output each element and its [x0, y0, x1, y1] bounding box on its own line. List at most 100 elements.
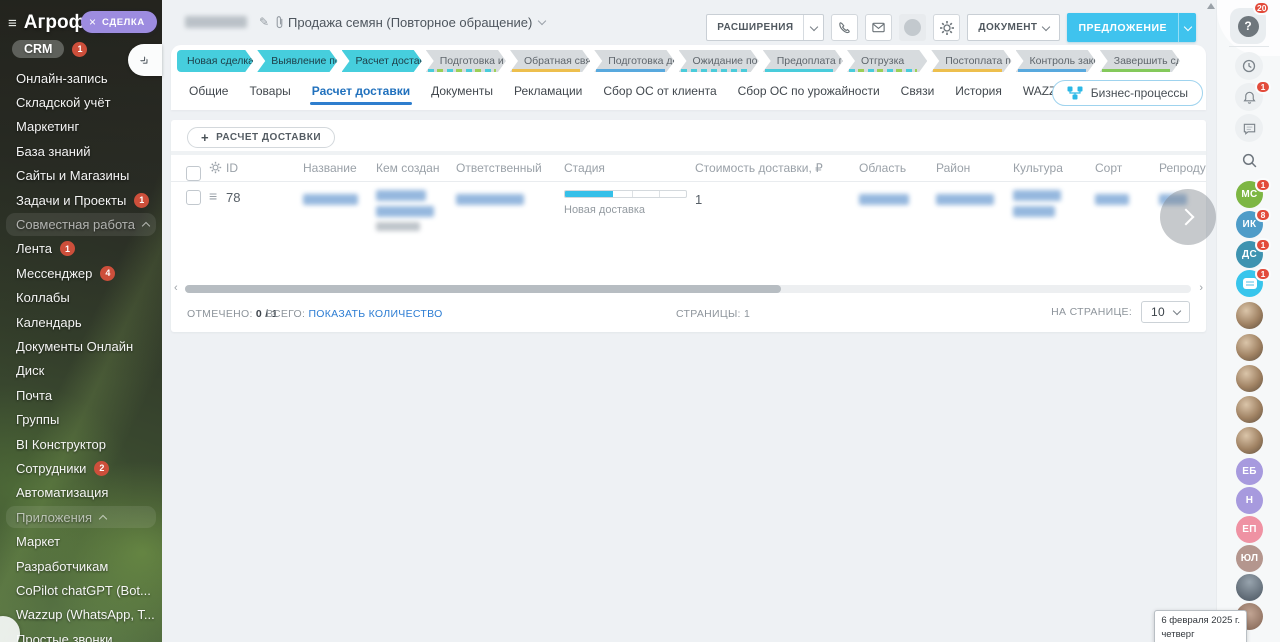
sidebar-section-apps[interactable]: Приложения: [0, 505, 162, 529]
proposal-dropdown[interactable]: [1178, 13, 1196, 42]
stage-prepayment[interactable]: Предоплата пол...: [763, 50, 843, 72]
extensions-dropdown[interactable]: [803, 15, 823, 40]
tab-history[interactable]: История: [953, 72, 1004, 110]
sidebar-item-feed[interactable]: Лента1: [0, 237, 162, 261]
tab-yield-feedback[interactable]: Сбор ОС по урожайности: [736, 72, 882, 110]
stage-closing-control[interactable]: Контроль закры...: [1016, 50, 1096, 72]
deal-entity-badge[interactable]: × СДЕЛКА: [81, 11, 157, 33]
redacted-name-link[interactable]: [303, 194, 358, 205]
group-photo-avatar[interactable]: [1236, 427, 1263, 454]
tab-client-feedback[interactable]: Сбор ОС от клиента: [601, 72, 718, 110]
stage-new-deal[interactable]: Новая сделка: [177, 50, 253, 72]
grid-settings-button[interactable]: [209, 161, 222, 174]
sidebar-item-employees[interactable]: Сотрудники2: [0, 456, 162, 480]
stage-needs-identification[interactable]: Выявление пот...: [257, 50, 337, 72]
column-header-reproduction[interactable]: Репродукция: [1159, 161, 1206, 175]
proposal-button[interactable]: ПРЕДЛОЖЕНИЕ: [1067, 13, 1196, 42]
sidebar-item-developers[interactable]: Разработчикам: [0, 554, 162, 578]
search-button[interactable]: [1235, 146, 1263, 174]
scrollbar-thumb[interactable]: [185, 285, 781, 293]
settings-button[interactable]: [933, 14, 960, 41]
sidebar-item-mail[interactable]: Почта: [0, 383, 162, 407]
document-button[interactable]: ДОКУМЕНТ: [967, 14, 1060, 41]
sidebar-item-simple-calls[interactable]: Простые звонки: [0, 627, 162, 642]
column-header-creator[interactable]: Кем создан: [376, 161, 439, 175]
redacted-creator-link[interactable]: [376, 206, 434, 217]
hamburger-menu-icon[interactable]: ≡: [8, 16, 17, 31]
show-count-link[interactable]: ПОКАЗАТЬ КОЛИЧЕСТВО: [308, 308, 442, 320]
column-header-id[interactable]: ID: [226, 161, 238, 175]
link-icon[interactable]: [274, 15, 285, 30]
table-row[interactable]: ≡ 78 Новая доставка 1: [171, 182, 1206, 242]
sidebar-item-marketing[interactable]: Маркетинг: [0, 115, 162, 139]
sidebar-item-crm[interactable]: CRM: [12, 40, 64, 58]
sidebar-item-docs-online[interactable]: Документы Онлайн: [0, 334, 162, 358]
column-header-name[interactable]: Название: [303, 161, 357, 175]
person-photo-avatar[interactable]: [1236, 574, 1263, 601]
stage-awaiting-signature[interactable]: Ожидание подп...: [679, 50, 759, 72]
sidebar-item-knowledge-base[interactable]: База знаний: [0, 139, 162, 163]
user-avatar[interactable]: ЕП: [1236, 516, 1263, 543]
column-header-region[interactable]: Область: [859, 161, 906, 175]
scroll-up-arrow[interactable]: [1207, 3, 1215, 9]
sidebar-item-groups[interactable]: Группы: [0, 407, 162, 431]
sidebar-item-messenger[interactable]: Мессенджер4: [0, 261, 162, 285]
group-photo-avatar[interactable]: [1236, 396, 1263, 423]
tab-documents[interactable]: Документы: [429, 72, 495, 110]
business-process-button[interactable]: Бизнес-процессы: [1052, 80, 1203, 106]
sidebar-collapse-button[interactable]: »: [128, 44, 162, 76]
redacted-creator-link[interactable]: [376, 190, 426, 201]
scroll-right-arrow[interactable]: ›: [1199, 282, 1203, 294]
column-header-delivery-cost[interactable]: Стоимость доставки, ₽: [695, 161, 823, 175]
sidebar-item-collabs[interactable]: Коллабы: [0, 286, 162, 310]
extensions-button[interactable]: РАСШИРЕНИЯ: [706, 14, 824, 41]
tab-delivery-calculation[interactable]: Расчет доставки: [310, 72, 412, 110]
sidebar-item-drive[interactable]: Диск: [0, 359, 162, 383]
stage-finish-deal[interactable]: Завершить сдел...: [1100, 50, 1180, 72]
sidebar-item-wazzup[interactable]: Wazzup (WhatsApp, T...: [0, 603, 162, 627]
sidebar-item-market[interactable]: Маркет: [0, 529, 162, 553]
column-header-culture[interactable]: Культура: [1013, 161, 1063, 175]
column-header-sort[interactable]: Сорт: [1095, 161, 1122, 175]
sidebar-item-tasks[interactable]: Задачи и Проекты1: [0, 188, 162, 212]
stage-shipment[interactable]: Отгрузка: [847, 50, 927, 72]
column-header-district[interactable]: Район: [936, 161, 970, 175]
per-page-select[interactable]: 10: [1141, 301, 1190, 323]
phone-call-button[interactable]: [831, 14, 858, 41]
deal-type-title[interactable]: Продажа семян (Повторное обращение): [288, 15, 545, 30]
column-header-stage[interactable]: Стадия: [564, 161, 605, 175]
sidebar-item-sites[interactable]: Сайты и Магазины: [0, 164, 162, 188]
sidebar-section-collaboration[interactable]: Совместная работа: [0, 212, 162, 236]
sidebar-item-warehouse[interactable]: Складской учёт: [0, 90, 162, 114]
tab-products[interactable]: Товары: [247, 72, 292, 110]
stage-postpayment[interactable]: Постоплата пол...: [931, 50, 1011, 72]
stage-progress-bar[interactable]: [564, 190, 687, 198]
horizontal-scrollbar[interactable]: ‹ ›: [171, 283, 1206, 295]
row-menu-icon[interactable]: ≡: [209, 188, 217, 204]
history-button[interactable]: [1235, 52, 1263, 80]
sidebar-item-bi-builder[interactable]: BI Конструктор: [0, 432, 162, 456]
group-photo-avatar[interactable]: [1236, 302, 1263, 329]
stage-delivery-calculation[interactable]: Расчет доставки: [342, 50, 422, 72]
sidebar-item-calendar[interactable]: Календарь: [0, 310, 162, 334]
sidebar-item-copilot[interactable]: CoPilot chatGPT (Bot...: [0, 578, 162, 602]
user-avatar[interactable]: ЮЛ: [1236, 545, 1263, 572]
tab-general[interactable]: Общие: [187, 72, 230, 110]
chat-button[interactable]: [1235, 114, 1263, 142]
edit-pencil-icon[interactable]: ✎: [259, 16, 269, 28]
group-photo-avatar[interactable]: [1236, 365, 1263, 392]
scroll-left-arrow[interactable]: ‹: [174, 282, 178, 294]
next-page-arrow-button[interactable]: [1160, 189, 1216, 245]
user-avatar[interactable]: Н: [1236, 487, 1263, 514]
stage-contract-preparation[interactable]: Подготовка дог...: [594, 50, 674, 72]
email-button[interactable]: [865, 14, 892, 41]
tab-relations[interactable]: Связи: [899, 72, 937, 110]
sidebar-item-automation[interactable]: Автоматизация: [0, 481, 162, 505]
tab-claims[interactable]: Рекламации: [512, 72, 584, 110]
stage-preparation[interactable]: Подготовка и от...: [426, 50, 506, 72]
select-all-checkbox[interactable]: [186, 166, 201, 181]
redacted-responsible-link[interactable]: [456, 194, 524, 205]
stage-feedback[interactable]: Обратная связь ...: [510, 50, 590, 72]
add-delivery-calculation-button[interactable]: + РАСЧЕТ ДОСТАВКИ: [187, 127, 335, 148]
close-icon[interactable]: ×: [89, 16, 96, 28]
